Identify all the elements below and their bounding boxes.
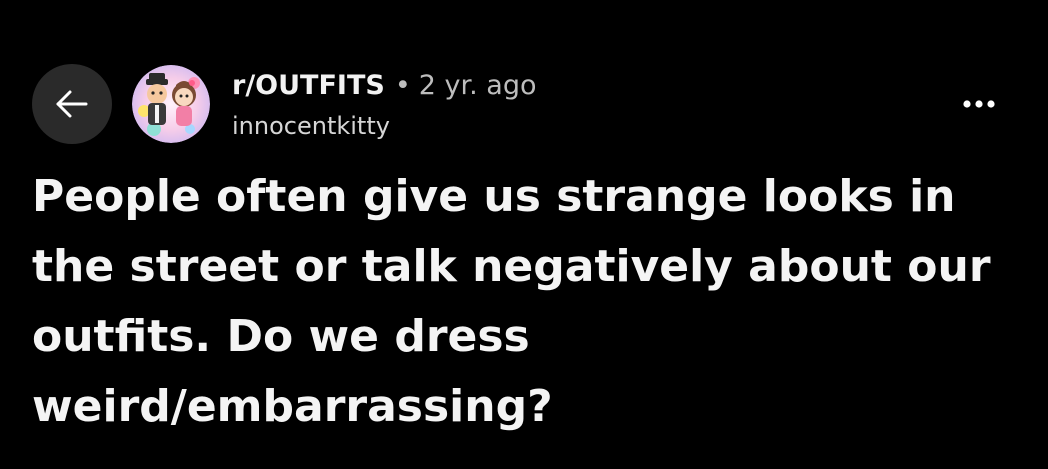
more-dots-icon [963, 100, 995, 108]
subreddit-link[interactable]: r/OUTFITS [232, 70, 385, 102]
back-button[interactable] [32, 64, 112, 144]
post-title: People often give us strange looks in th… [32, 171, 991, 432]
post-meta: r/OUTFITS • 2 yr. ago innocentkitty [232, 70, 537, 140]
post-meta-top: r/OUTFITS • 2 yr. ago [232, 70, 537, 102]
username-link[interactable]: innocentkitty [232, 112, 537, 140]
avatar-illustration [132, 65, 210, 143]
meta-separator: • [394, 70, 411, 101]
more-options-button[interactable] [954, 82, 1004, 126]
post-time: 2 yr. ago [418, 70, 537, 101]
user-avatar[interactable] [132, 65, 210, 143]
arrow-left-icon [56, 90, 88, 118]
